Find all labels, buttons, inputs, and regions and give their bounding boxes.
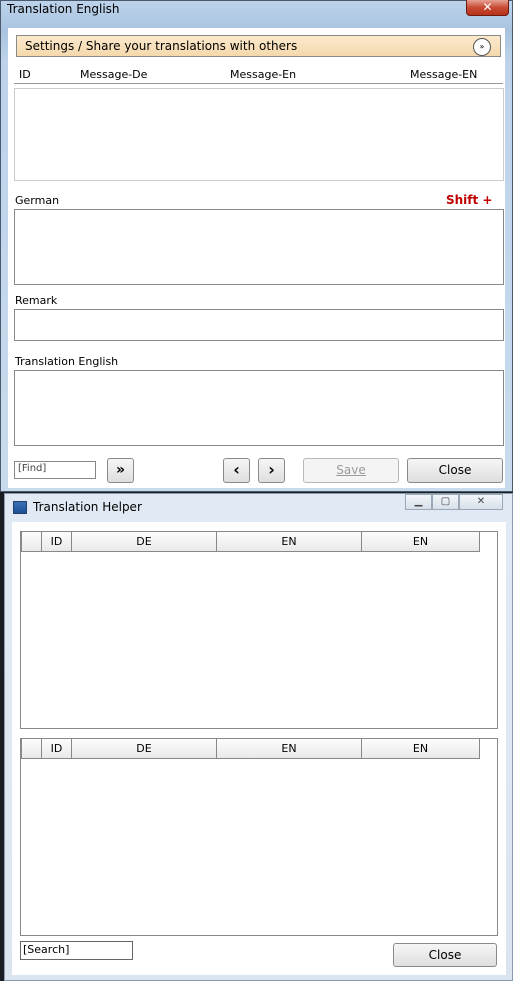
german-label: German [15, 194, 60, 207]
german-textarea[interactable] [14, 209, 504, 285]
column-header-en-2[interactable]: EN [361, 532, 480, 552]
app-icon [13, 501, 27, 514]
window-title-helper: Translation Helper [33, 500, 142, 514]
search-input[interactable]: [Search] [20, 941, 133, 960]
column-header-id[interactable]: ID [41, 739, 72, 759]
double-chevron-right-icon: » [115, 462, 126, 478]
previous-button[interactable]: ‹ [223, 458, 250, 483]
column-header-message-en-upper[interactable]: Message-EN [410, 68, 477, 81]
minimize-icon: ▁ [414, 496, 423, 507]
messages-grid[interactable] [14, 88, 504, 181]
column-header-message-en[interactable]: Message-En [230, 68, 296, 81]
settings-share-bar[interactable]: Settings / Share your translations with … [16, 35, 501, 57]
maximize-button[interactable]: ▢ [432, 494, 459, 510]
chevron-down-icon[interactable]: » [473, 38, 491, 56]
translation-english-label: Translation English [15, 355, 119, 368]
column-header-id[interactable]: ID [19, 68, 31, 81]
find-input[interactable]: [Find] [14, 461, 96, 479]
column-header-en-2[interactable]: EN [361, 739, 480, 759]
minimize-button[interactable]: ▁ [405, 494, 432, 510]
column-header-en[interactable]: EN [216, 739, 362, 759]
column-header-message-de[interactable]: Message-De [80, 68, 147, 81]
column-header-de[interactable]: DE [71, 739, 217, 759]
column-header-id[interactable]: ID [41, 532, 72, 552]
remark-label: Remark [15, 294, 58, 307]
window-close-button[interactable]: ✕ [466, 0, 509, 16]
translation-english-textarea[interactable] [14, 370, 504, 446]
chevron-right-icon: › [268, 460, 275, 479]
close-icon: ✕ [476, 496, 486, 507]
column-header-en[interactable]: EN [216, 532, 362, 552]
settings-share-label: Settings / Share your translations with … [25, 39, 298, 53]
next-button[interactable]: › [258, 458, 285, 483]
messages-grid-header: ID Message-De Message-En Message-EN [14, 66, 503, 84]
row-header-cell [21, 532, 42, 552]
top-translations-table[interactable]: ID DE EN EN [20, 531, 498, 729]
row-header-cell [21, 739, 42, 759]
bottom-translations-table[interactable]: ID DE EN EN [20, 738, 498, 936]
find-next-button[interactable]: » [107, 458, 134, 483]
helper-close-window-button[interactable]: ✕ [459, 494, 503, 510]
window-title: Translation English [7, 2, 120, 16]
helper-close-button[interactable]: Close [393, 943, 497, 967]
close-icon: ✕ [482, 0, 493, 14]
remark-input[interactable] [14, 309, 504, 341]
chevron-left-icon: ‹ [233, 460, 240, 479]
column-header-de[interactable]: DE [71, 532, 217, 552]
save-button[interactable]: Save [303, 458, 399, 483]
close-button[interactable]: Close [407, 458, 503, 483]
maximize-icon: ▢ [440, 496, 451, 507]
